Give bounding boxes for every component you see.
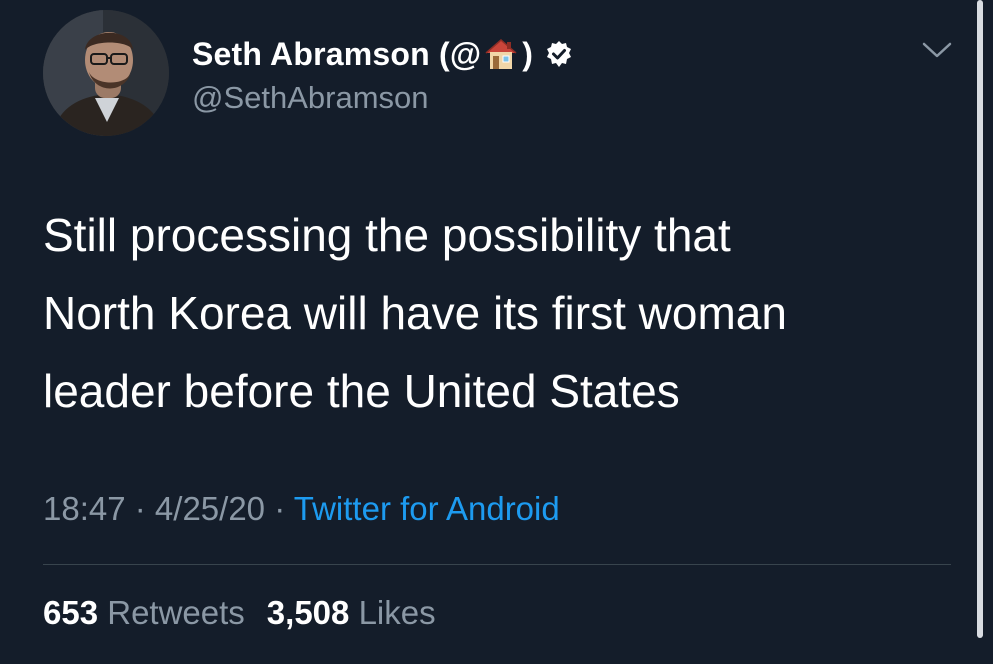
author-display-name-suffix[interactable]: )	[522, 36, 533, 73]
likes-stat[interactable]: 3,508 Likes	[267, 594, 436, 631]
tweet-date[interactable]: 4/25/20	[155, 490, 265, 527]
verified-badge-icon	[545, 40, 573, 68]
tweet-text-line: Still processing the possibility that	[43, 209, 731, 261]
retweets-label: Retweets	[107, 594, 245, 631]
tweet-card: Seth Abramson (@ ) @SethAbramson Still p…	[0, 0, 993, 664]
scrollbar[interactable]	[977, 0, 983, 638]
meta-separator: ·	[265, 490, 294, 527]
tweet-text-line: North Korea will have its first woman	[43, 287, 787, 339]
chevron-down-icon[interactable]	[920, 38, 954, 62]
avatar-image	[43, 10, 169, 136]
tweet-stats: 653 Retweets 3,508 Likes	[43, 594, 436, 632]
avatar[interactable]	[43, 10, 169, 136]
tweet-text: Still processing the possibility that No…	[43, 196, 943, 430]
likes-label: Likes	[358, 594, 436, 631]
retweets-count: 653	[43, 594, 99, 631]
tweet-metadata: 18:47 · 4/25/20 · Twitter for Android	[43, 490, 560, 528]
retweets-stat[interactable]: 653 Retweets	[43, 594, 245, 631]
tweet-source-link[interactable]: Twitter for Android	[294, 490, 560, 527]
divider	[43, 564, 951, 565]
author-handle[interactable]: @SethAbramson	[192, 80, 429, 116]
meta-separator: ·	[125, 490, 155, 527]
tweet-time[interactable]: 18:47	[43, 490, 126, 527]
tweet-text-line: leader before the United States	[43, 365, 680, 417]
author-display-name[interactable]: Seth Abramson (@	[192, 36, 481, 73]
author-name-row[interactable]: Seth Abramson (@ )	[192, 32, 573, 76]
house-icon	[482, 35, 520, 73]
likes-count: 3,508	[266, 594, 350, 631]
